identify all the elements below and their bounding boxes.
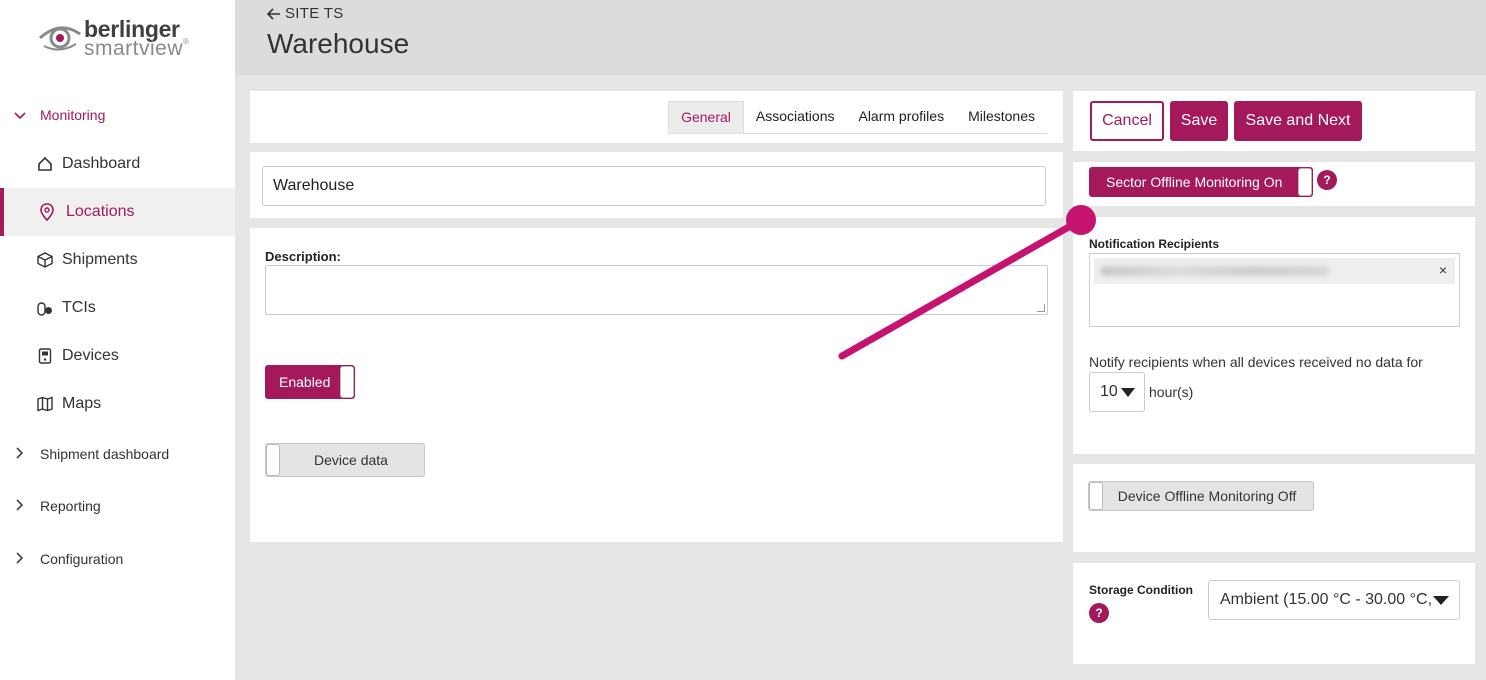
page-header: SITE TS Warehouse [235,0,1486,75]
resize-grip-icon[interactable] [1037,304,1045,312]
help-icon[interactable]: ? [1089,603,1109,623]
sidebar-item-shipments[interactable]: Shipments [0,236,235,284]
sector-offline-monitoring-toggle[interactable]: Sector Offline Monitoring On [1089,167,1313,197]
tab-alarm-profiles[interactable]: Alarm profiles [846,101,956,133]
device-data-toggle[interactable]: Device data [265,443,425,477]
storage-card: Storage Condition ? Ambient (15.00 °C - … [1073,563,1475,664]
sidebar-item-locations[interactable]: Locations [0,188,235,236]
help-icon[interactable]: ? [1317,170,1337,190]
page-title: Warehouse [267,28,410,59]
recipients-input[interactable]: × [1089,253,1460,327]
notification-recipients-label: Notification Recipients [1089,237,1220,251]
location-name-input[interactable]: Warehouse [262,166,1046,206]
caret-down-icon [1121,388,1135,397]
sidebar-item-dashboard[interactable]: Dashboard [0,140,235,188]
brand-name-bottom: smartview® [84,37,190,60]
arrow-left-icon [267,7,280,20]
chevron-down-icon [0,108,40,123]
device-offline-card: Device Offline Monitoring Off [1073,464,1475,552]
toggle-label: Device data [314,452,388,468]
map-icon [0,396,62,412]
nav-section-label: Monitoring [40,107,106,123]
toggle-label: Enabled [279,374,331,390]
back-label: SITE TS [285,5,344,22]
home-icon [0,156,62,172]
device-offline-monitoring-toggle[interactable]: Device Offline Monitoring Off [1088,481,1314,511]
sidebar-item-label: Locations [66,203,135,220]
nav-section-configuration[interactable]: Configuration [0,545,235,573]
tab-milestones[interactable]: Milestones [956,101,1047,133]
storage-condition-value: Ambient (15.00 °C - 30.00 °C, [1220,591,1433,608]
sidebar-item-label: Dashboard [62,155,141,172]
tabs-card: General Associations Alarm profiles Mile… [250,91,1063,143]
chevron-right-icon [0,498,40,514]
sidebar-item-label: Maps [62,395,102,412]
enabled-toggle[interactable]: Enabled [265,365,355,399]
back-link[interactable]: SITE TS [267,5,344,22]
remove-recipient-icon[interactable]: × [1439,262,1447,278]
actions-card: Cancel Save Save and Next [1073,91,1475,151]
tab-bar: General Associations Alarm profiles Mile… [668,101,1047,134]
sidebar-item-maps[interactable]: Maps [0,380,235,428]
nav-section-shipment-dashboard[interactable]: Shipment dashboard [0,440,235,468]
recipient-email-redacted [1100,266,1330,276]
nav-section-monitoring[interactable]: Monitoring [0,101,235,129]
nav-section-reporting[interactable]: Reporting [0,492,235,520]
name-card: Warehouse [250,152,1063,218]
berlinger-logo[interactable]: berlinger smartview® [38,14,208,62]
storage-condition-label: Storage Condition [1089,583,1193,597]
tab-general[interactable]: General [668,101,744,133]
sidebar-item-label: TCIs [62,299,96,316]
notify-description: Notify recipients when all devices recei… [1089,354,1423,370]
toggle-knob [1298,168,1312,196]
recipients-card: Notification Recipients × Notify recipie… [1073,217,1475,454]
nav-section-label: Configuration [40,551,124,567]
sector-toggle-card: Sector Offline Monitoring On ? [1073,162,1475,206]
caret-down-icon [1433,596,1449,605]
device-icon [0,348,62,364]
sidebar-item-label: Shipments [62,251,138,268]
nav-section-label: Shipment dashboard [40,446,170,462]
description-textarea[interactable] [265,265,1048,315]
pills-icon [0,300,62,316]
hours-select[interactable]: 10 [1089,372,1145,412]
tab-associations[interactable]: Associations [744,101,847,133]
eye-logo-icon [38,26,81,51]
save-button[interactable]: Save [1170,101,1228,141]
details-card: Description: Enabled Device data [250,228,1063,542]
toggle-knob [340,366,354,398]
save-and-next-button[interactable]: Save and Next [1234,101,1362,141]
sidebar-item-devices[interactable]: Devices [0,332,235,380]
chevron-right-icon [0,551,40,567]
sidebar-item-label: Devices [62,347,119,364]
toggle-label: Sector Offline Monitoring On [1106,174,1283,190]
recipient-chip: × [1094,258,1455,284]
description-label: Description: [265,249,341,264]
storage-condition-select[interactable]: Ambient (15.00 °C - 30.00 °C, [1208,580,1460,620]
cancel-button[interactable]: Cancel [1090,101,1164,141]
location-pin-icon [4,203,66,221]
sidebar: berlinger smartview® Monitoring Dashboar… [0,0,235,680]
nav-section-label: Reporting [40,498,101,514]
sidebar-item-tcis[interactable]: TCIs [0,284,235,332]
hours-unit: hour(s) [1149,384,1194,400]
box-icon [0,252,62,268]
chevron-right-icon [0,446,40,462]
hours-value: 10 [1100,383,1118,400]
toggle-label: Device Offline Monitoring Off [1117,488,1297,504]
